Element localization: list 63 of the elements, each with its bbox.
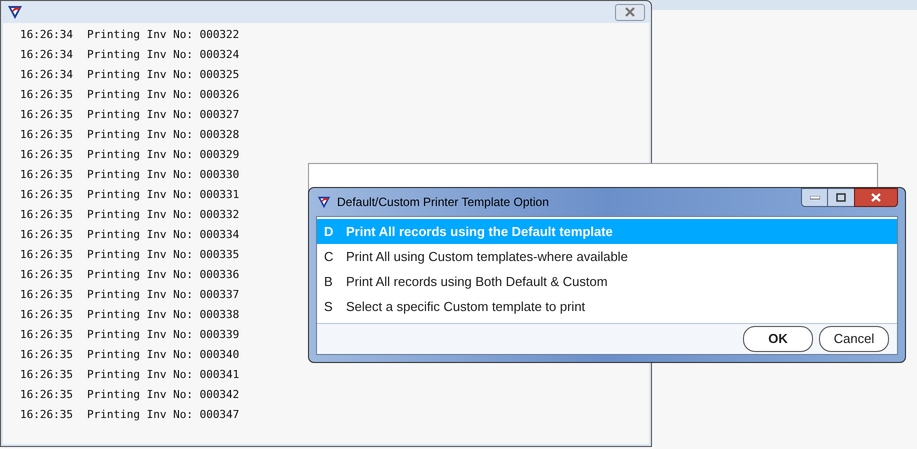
log-time: 16:26:35 [20, 86, 73, 103]
log-message: Printing Inv No: 000334 [86, 226, 240, 243]
log-time: 16:26:34 [20, 66, 73, 83]
log-message: Printing Inv No: 000338 [86, 306, 240, 323]
log-message: Printing Inv No: 000332 [86, 206, 240, 223]
option-label: Print All using Custom templates-where available [346, 248, 628, 266]
log-message: Printing Inv No: 000324 [86, 46, 240, 63]
log-message: Printing Inv No: 000340 [86, 346, 240, 363]
option-key: B [317, 272, 346, 292]
option-row[interactable]: B Print All records using Both Default & Custom [317, 269, 897, 294]
log-time: 16:26:35 [20, 106, 73, 123]
log-message: Printing Inv No: 000322 [86, 26, 240, 43]
option-row[interactable]: C Print All using Custom templates-where available [317, 244, 897, 269]
log-message: Printing Inv No: 000327 [86, 106, 240, 123]
log-time: 16:26:35 [20, 286, 73, 303]
option-key: D [317, 222, 346, 242]
log-time: 16:26:35 [20, 366, 73, 383]
option-label: Print All records using the Default template [346, 222, 613, 241]
log-message: Printing Inv No: 000331 [86, 186, 240, 203]
minimize-button[interactable] [801, 188, 828, 207]
log-time: 16:26:35 [20, 266, 73, 283]
log-message: Printing Inv No: 000329 [86, 146, 240, 163]
close-icon [624, 7, 636, 17]
log-time: 16:26:35 [20, 146, 73, 163]
dialog-title: Default/Custom Printer Template Option [337, 194, 549, 211]
cancel-button[interactable]: Cancel [819, 326, 889, 352]
log-message: Printing Inv No: 000335 [86, 246, 240, 263]
log-message: Printing Inv No: 000326 [86, 86, 240, 103]
log-message: Printing Inv No: 000325 [86, 66, 240, 83]
log-message: Printing Inv No: 000341 [86, 366, 240, 383]
log-time: 16:26:35 [20, 206, 73, 223]
close-button[interactable] [854, 188, 898, 207]
log-message: Printing Inv No: 000330 [86, 166, 240, 183]
minimize-icon [810, 196, 820, 200]
option-label: Print All records using Both Default & Custom [346, 272, 608, 291]
option-row[interactable]: S Select a specific Custom template to print [317, 294, 897, 319]
close-icon [870, 193, 882, 202]
log-time: 16:26:35 [20, 386, 73, 403]
app-logo-icon [317, 195, 331, 209]
ok-button[interactable]: OK [743, 326, 813, 352]
log-time: 16:26:34 [20, 46, 73, 63]
log-time: 16:26:35 [20, 226, 73, 243]
log-time: 16:26:35 [20, 186, 73, 203]
maximize-icon [836, 193, 846, 202]
log-time: 16:26:35 [20, 126, 73, 143]
log-message: Printing Inv No: 000342 [86, 386, 240, 403]
log-time: 16:26:34 [20, 26, 73, 43]
log-time: 16:26:35 [20, 306, 73, 323]
maximize-button[interactable] [828, 188, 854, 207]
app-logo-icon [7, 4, 23, 20]
log-time: 16:26:35 [20, 406, 73, 423]
option-label: Select a specific Custom template to print [346, 298, 586, 316]
log-time: 16:26:35 [20, 166, 73, 183]
log-time: 16:26:35 [20, 326, 73, 343]
log-message: Printing Inv No: 000336 [86, 266, 240, 283]
log-message: Printing Inv No: 000328 [86, 126, 240, 143]
log-message: Printing Inv No: 000339 [86, 326, 240, 343]
log-message: Printing Inv No: 000337 [86, 286, 240, 303]
log-time: 16:26:35 [20, 346, 73, 363]
option-key: S [317, 296, 346, 316]
option-key: C [317, 246, 346, 266]
log-message: Printing Inv No: 000347 [86, 406, 240, 423]
log-time: 16:26:35 [20, 246, 73, 263]
